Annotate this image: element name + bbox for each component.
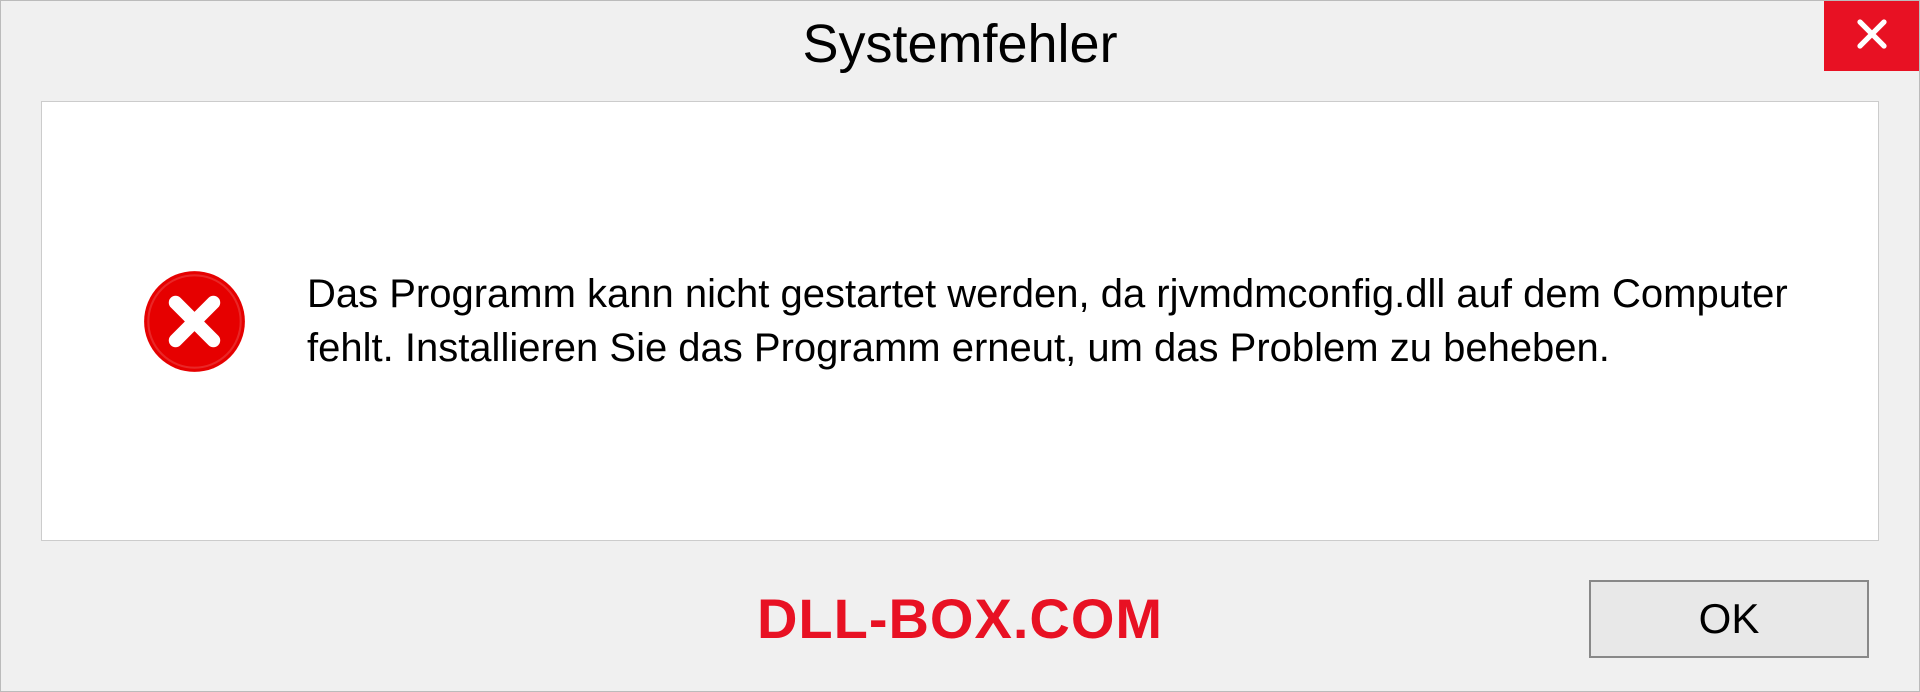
titlebar: Systemfehler (1, 1, 1919, 86)
error-dialog: Systemfehler Das Programm kann nicht ges… (0, 0, 1920, 692)
close-button[interactable] (1824, 1, 1919, 71)
close-icon (1854, 16, 1890, 57)
error-message: Das Programm kann nicht gestartet werden… (307, 267, 1808, 375)
ok-button[interactable]: OK (1589, 580, 1869, 658)
content-area: Das Programm kann nicht gestartet werden… (41, 101, 1879, 541)
dialog-title: Systemfehler (802, 13, 1117, 75)
footer: DLL-BOX.COM OK (1, 561, 1919, 691)
error-icon (142, 269, 247, 374)
watermark-text: DLL-BOX.COM (757, 586, 1163, 651)
